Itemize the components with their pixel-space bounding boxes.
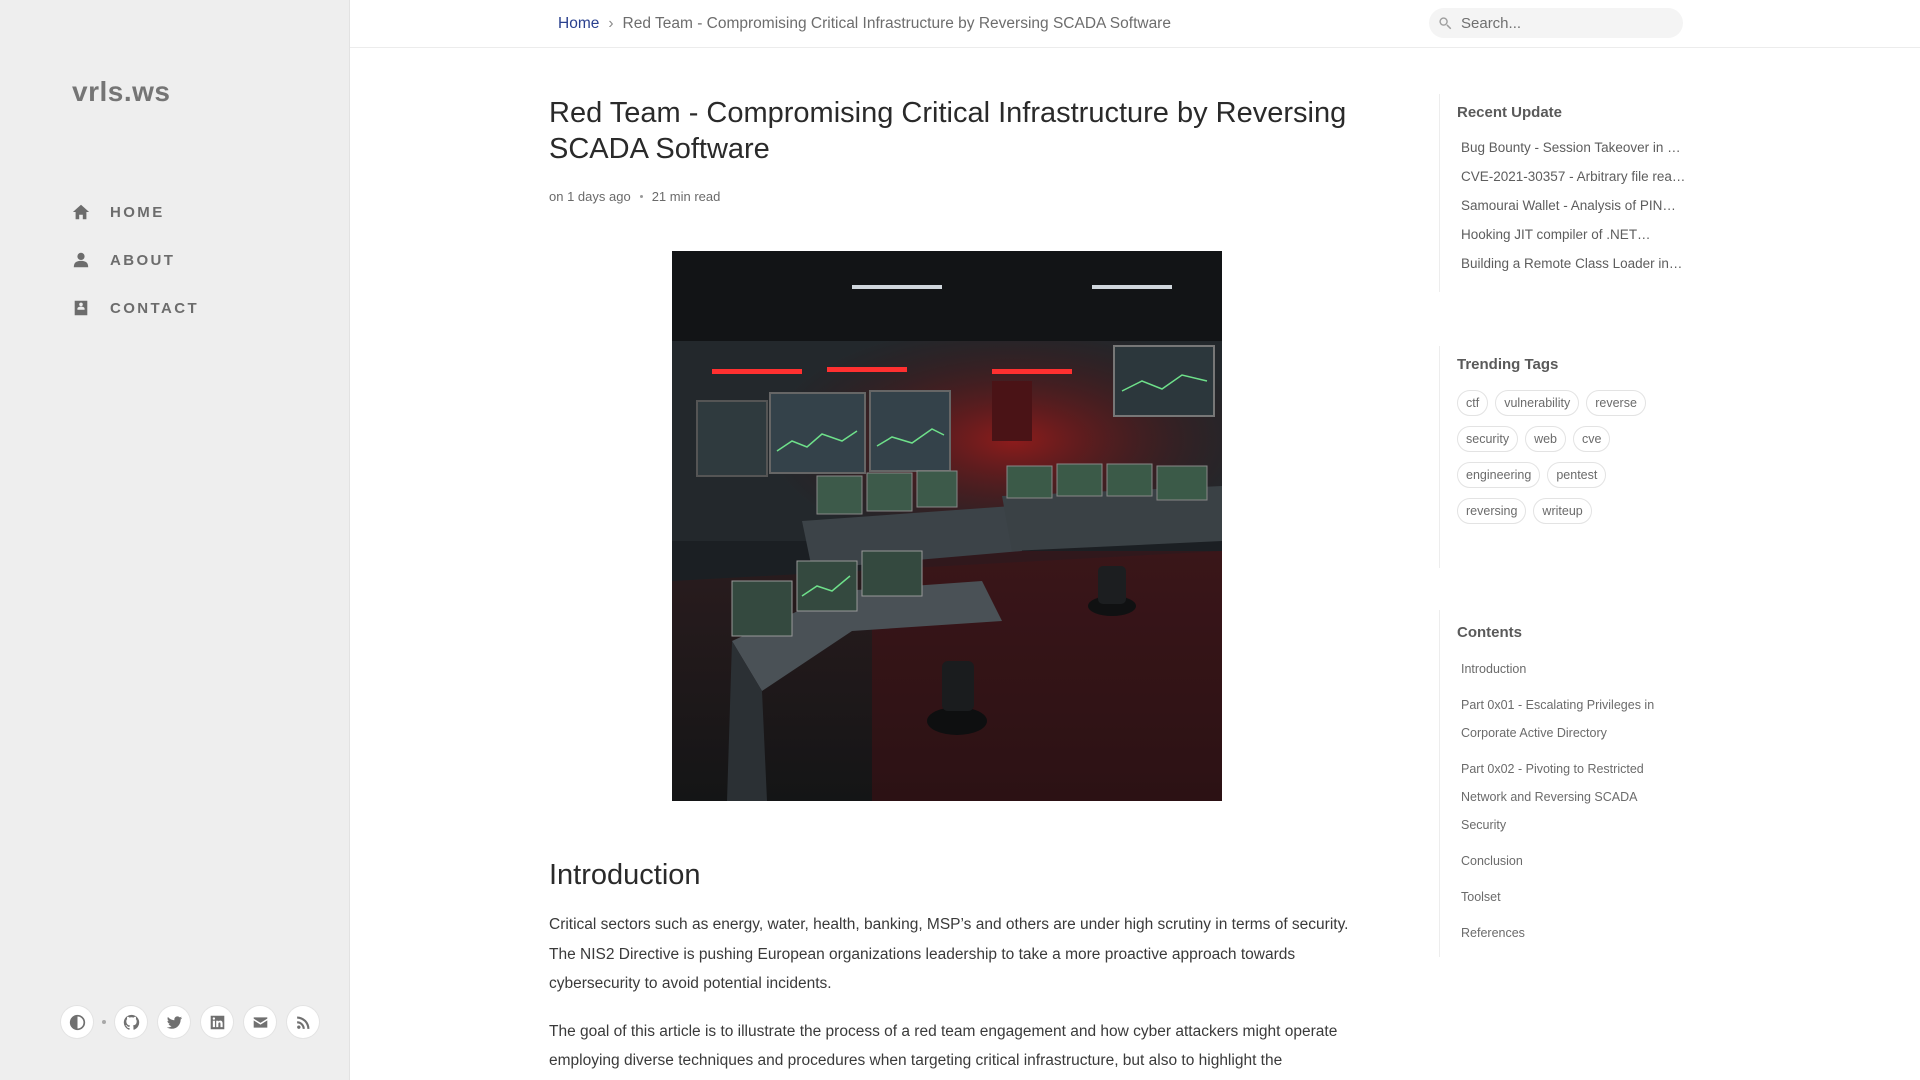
- tag-writeup[interactable]: writeup: [1533, 498, 1592, 524]
- paragraph: Critical sectors such as energy, water, …: [549, 916, 1349, 992]
- meta-separator-dot: [639, 195, 643, 198]
- post-title: Red Team - Compromising Critical Infrast…: [549, 97, 1347, 165]
- search-icon: [1439, 17, 1452, 30]
- right-panel: Recent Update Bug Bounty - Session Takeo…: [1439, 47, 1699, 957]
- section-heading-introduction: Introduction: [549, 859, 701, 891]
- tag-web[interactable]: web: [1525, 426, 1567, 452]
- toc-item-toolset[interactable]: Toolset: [1461, 883, 1681, 911]
- trending-tags-heading: Trending Tags: [1457, 356, 1559, 373]
- breadcrumb-home-link[interactable]: Home: [558, 15, 599, 32]
- rss-icon: [296, 1016, 309, 1029]
- trending-tags-section: Trending Tags ctf vulnerability reverse …: [1439, 346, 1699, 568]
- twitter-icon: [166, 1015, 182, 1029]
- tag-ctf[interactable]: ctf: [1457, 390, 1489, 416]
- recent-update-link[interactable]: Samourai Wallet - Analysis of PIN…: [1461, 191, 1689, 220]
- nav-item-home[interactable]: HOME: [72, 196, 165, 228]
- recent-update-heading: Recent Update: [1457, 104, 1563, 121]
- post-date: on 1 days ago: [549, 189, 631, 204]
- recent-update-link[interactable]: Hooking JIT compiler of .NET…: [1461, 220, 1689, 249]
- breadcrumb-separator: ›: [608, 15, 614, 32]
- tag-engineering[interactable]: engineering: [1457, 462, 1541, 488]
- tag-reverse[interactable]: reverse: [1586, 390, 1646, 416]
- sidebar-bottom-actions: [61, 1006, 330, 1038]
- nav-item-contact-label: CONTACT: [110, 299, 200, 317]
- post-read-time: 21 min read: [651, 189, 721, 204]
- contrast-icon: [69, 1014, 85, 1030]
- linkedin-button[interactable]: [201, 1006, 233, 1038]
- search-box[interactable]: [1429, 8, 1683, 38]
- contents-heading: Contents: [1457, 624, 1522, 641]
- hero-illustration: [672, 251, 1222, 801]
- user-icon: [73, 252, 89, 268]
- email-button[interactable]: [244, 1006, 276, 1038]
- github-icon: [123, 1014, 139, 1030]
- github-button[interactable]: [115, 1006, 147, 1038]
- recent-update-section: Recent Update Bug Bounty - Session Takeo…: [1439, 94, 1699, 292]
- tag-security[interactable]: security: [1457, 426, 1519, 452]
- paragraph: The goal of this article is to illustrat…: [549, 1022, 1338, 1070]
- sidebar: vrls.ws HOME ABOUT CONTACT: [0, 0, 350, 1080]
- tag-reversing[interactable]: reversing: [1457, 498, 1527, 524]
- tag-pentest[interactable]: pentest: [1547, 462, 1607, 488]
- home-icon: [72, 204, 90, 220]
- toc-item-conclusion[interactable]: Conclusion: [1461, 847, 1681, 875]
- topbar: Home › Red Team - Compromising Critical In…: [350, 0, 1920, 48]
- envelope-icon: [253, 1016, 267, 1028]
- nav-item-home-label: HOME: [110, 203, 165, 221]
- post-meta: on 1 days ago 21 min read: [549, 189, 1349, 204]
- rss-button[interactable]: [287, 1006, 319, 1038]
- table-of-contents: Contents Introduction Part 0x01 - Escala…: [1439, 610, 1699, 957]
- contact-book-icon: [74, 300, 88, 316]
- post-content: Red Team - Compromising Critical Infrast…: [549, 47, 1349, 1076]
- search-input[interactable]: [1459, 13, 1663, 33]
- nav-item-about[interactable]: ABOUT: [72, 244, 175, 276]
- recent-update-link[interactable]: Bug Bounty - Session Takeover in B…: [1461, 133, 1689, 162]
- toc-item-part-0x02[interactable]: Part 0x02 - Pivoting to Restricted Netwo…: [1461, 755, 1681, 839]
- recent-update-link[interactable]: Building a Remote Class Loader in…: [1461, 249, 1689, 278]
- nav-item-about-label: ABOUT: [110, 251, 176, 269]
- twitter-button[interactable]: [158, 1006, 190, 1038]
- tag-vulnerability[interactable]: vulnerability: [1495, 390, 1580, 416]
- site-title[interactable]: vrls.ws: [72, 76, 170, 108]
- linkedin-icon: [210, 1015, 224, 1029]
- scada-control-room-image: [672, 251, 1222, 801]
- theme-toggle-button[interactable]: [61, 1006, 93, 1038]
- toc-item-introduction[interactable]: Introduction: [1461, 655, 1681, 683]
- breadcrumb-current: Red Team - Compromising Critical Infrast…: [622, 15, 1171, 32]
- toc-item-part-0x01[interactable]: Part 0x01 - Escalating Privileges in Cor…: [1461, 691, 1681, 747]
- separator-dot: [102, 1020, 106, 1024]
- breadcrumb: Home › Red Team - Compromising Critical In…: [558, 15, 1171, 33]
- tag-cve[interactable]: cve: [1573, 426, 1611, 452]
- nav-item-contact[interactable]: CONTACT: [72, 292, 199, 324]
- toc-item-references[interactable]: References: [1461, 919, 1681, 947]
- recent-update-link[interactable]: CVE-2021-30357 - Arbitrary file read …: [1461, 162, 1689, 191]
- tag-list: ctf vulnerability reverse security web c…: [1457, 390, 1687, 534]
